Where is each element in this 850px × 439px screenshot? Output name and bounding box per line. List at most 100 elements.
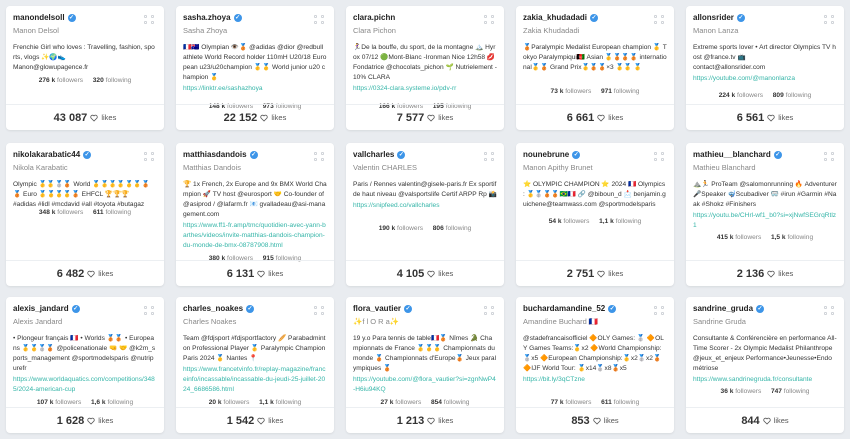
username[interactable]: matthiasdandois ✓: [183, 150, 327, 159]
username-text[interactable]: mathieu__blanchard: [693, 150, 771, 159]
bio-link[interactable]: https://www.sandrinegruda.fr/consultante: [693, 375, 837, 385]
username[interactable]: alexis_jandard ✓: [13, 304, 157, 313]
bio-link[interactable]: https://youtube.com/@flora_vautier?si=zg…: [353, 375, 497, 395]
verified-badge-icon: ✓: [608, 304, 617, 313]
following-count: 611: [601, 399, 612, 406]
username-text[interactable]: sasha.zhoya: [183, 13, 231, 22]
influencer-card[interactable]: matthiasdandois ✓ Matthias Dandois 🏆 1x …: [176, 143, 334, 286]
influencer-card[interactable]: sasha.zhoya ✓ Sasha Zhoya 🇫🇷🇦🇺 Olympian …: [176, 6, 334, 130]
likes-label: likes: [98, 416, 114, 425]
followers-label: followers: [57, 77, 84, 84]
influencer-card[interactable]: charles_noakes ✓ Charles Noakes Team @fd…: [176, 297, 334, 433]
verified-badge-icon: ✓: [249, 150, 258, 159]
influencer-card[interactable]: buchardamandine_52 ✓ Amandine Buchard 🇫🇷…: [516, 297, 674, 433]
username-text[interactable]: allonsrider: [693, 13, 734, 22]
likes-label: likes: [773, 416, 789, 425]
likes-count: 2 751: [566, 267, 595, 280]
likes-label: likes: [438, 416, 454, 425]
username-text[interactable]: vallcharles: [353, 150, 394, 159]
card-menu-icon[interactable]: [654, 152, 665, 161]
follow-stats: 77 k followers 611 following: [516, 399, 674, 406]
username-text[interactable]: matthiasdandois: [183, 150, 247, 159]
bio-link[interactable]: https://0324-clara.systeme.io/pdv-rr: [353, 84, 497, 94]
username[interactable]: manondelsoll ✓: [13, 13, 157, 22]
card-menu-icon[interactable]: [314, 15, 325, 24]
followers-count: 20 k: [208, 399, 222, 406]
username[interactable]: nounebrune ✓: [523, 150, 667, 159]
bio-link[interactable]: https://www.worldaquatics.com/competitio…: [13, 375, 157, 395]
influencer-card[interactable]: sandrine_gruda ✓ Sandrine Gruda Consulta…: [686, 297, 844, 433]
bio-link[interactable]: https://www.ff1-fr.amp/tmc/quotidien-ave…: [183, 221, 327, 251]
card-menu-icon[interactable]: [824, 152, 835, 161]
influencer-card[interactable]: nounebrune ✓ Manon Apithy Brunet ⭐ OLYMP…: [516, 143, 674, 286]
username-text[interactable]: clara.pichn: [353, 13, 395, 22]
card-menu-icon[interactable]: [144, 152, 155, 161]
username-text[interactable]: alexis_jandard: [13, 304, 69, 313]
username[interactable]: buchardamandine_52 ✓: [523, 304, 667, 313]
likes-count: 2 136: [736, 267, 765, 280]
card-menu-icon[interactable]: [824, 15, 835, 24]
follow-stats: 27 k followers 854 following: [346, 399, 504, 406]
username-text[interactable]: zakia_khudadadi: [523, 13, 587, 22]
username[interactable]: clara.pichn: [353, 13, 497, 22]
influencer-card[interactable]: flora_vautier ✓ ✨f l O R a✨ 19 y.o Para …: [346, 297, 504, 433]
influencer-card[interactable]: vallcharles ✓ Valentin CHARLES Paris / R…: [346, 143, 504, 286]
likes-count: 43 087: [53, 111, 88, 124]
heart-icon: [257, 265, 265, 283]
username[interactable]: flora_vautier ✓: [353, 304, 497, 313]
card-menu-icon[interactable]: [314, 306, 325, 315]
following-count: 747: [770, 388, 782, 395]
username[interactable]: sandrine_gruda ✓: [693, 304, 837, 313]
card-menu-icon[interactable]: [654, 306, 665, 315]
card-menu-icon[interactable]: [654, 15, 665, 24]
username-text[interactable]: sandrine_gruda: [693, 304, 753, 313]
username-text[interactable]: nounebrune: [523, 150, 569, 159]
card-menu-icon[interactable]: [484, 152, 495, 161]
card-menu-icon[interactable]: [484, 15, 495, 24]
influencer-card[interactable]: nikolakarabatic44 ✓ Nikola Karabatic Oly…: [6, 143, 164, 286]
username[interactable]: sasha.zhoya ✓: [183, 13, 327, 22]
username[interactable]: zakia_khudadadi ✓: [523, 13, 667, 22]
card-menu-icon[interactable]: [824, 306, 835, 315]
username[interactable]: mathieu__blanchard ✓: [693, 150, 837, 159]
bio-link[interactable]: https://youtu.be/CHrl-wf1_b0?si=xjNwfSEG…: [693, 211, 837, 231]
likes-count: 4 105: [396, 267, 425, 280]
username-text[interactable]: nikolakarabatic44: [13, 150, 80, 159]
following-label: following: [275, 399, 302, 406]
bio-link[interactable]: https://bit.ly/3qCTzne: [523, 375, 667, 385]
username[interactable]: allonsrider ✓: [693, 13, 837, 22]
username-text[interactable]: flora_vautier: [353, 304, 401, 313]
influencer-card[interactable]: mathieu__blanchard ✓ Mathieu Blanchard ⛰…: [686, 143, 844, 286]
likes-footer: 6 561 likes: [686, 104, 844, 130]
following-label: following: [105, 209, 132, 216]
card-menu-icon[interactable]: [484, 306, 495, 315]
username-text[interactable]: charles_noakes: [183, 304, 243, 313]
bio-link[interactable]: https://linktr.ee/sashazhoya: [183, 84, 327, 94]
likes-label: likes: [778, 113, 794, 122]
influencer-card[interactable]: allonsrider ✓ Manon Lanza Extreme sports…: [686, 6, 844, 130]
username-text[interactable]: buchardamandine_52: [523, 304, 605, 313]
influencer-card[interactable]: alexis_jandard ✓ Alexis Jandard • Plonge…: [6, 297, 164, 433]
username[interactable]: charles_noakes ✓: [183, 304, 327, 313]
followers-count: 36 k: [720, 388, 734, 395]
influencer-card[interactable]: clara.pichn Clara Pichon 🏃‍♀️De la bouff…: [346, 6, 504, 130]
username[interactable]: vallcharles ✓: [353, 150, 497, 159]
verified-badge-icon: ✓: [756, 304, 765, 313]
likes-footer: 1 542 likes: [176, 407, 334, 433]
following-label: following: [443, 399, 470, 406]
bio-link[interactable]: https://snipfeed.co/vallcharles: [353, 201, 497, 211]
bio-text: Team @fdjsport #fdjsportfactory 🥖 Paraba…: [183, 335, 326, 362]
followers-count: 415 k: [716, 234, 734, 241]
username-text[interactable]: manondelsoll: [13, 13, 65, 22]
username[interactable]: nikolakarabatic44 ✓: [13, 150, 157, 159]
followers-label: followers: [735, 388, 762, 395]
bio-link[interactable]: https://www.francetvinfo.fr/replay-magaz…: [183, 365, 327, 395]
bio-link[interactable]: https://youtube.com/@manonlanza: [693, 74, 837, 84]
likes-count: 1 628: [56, 414, 85, 427]
card-menu-icon[interactable]: [314, 152, 325, 161]
card-menu-icon[interactable]: [144, 306, 155, 315]
influencer-card[interactable]: zakia_khudadadi ✓ Zakia Khudadadi 🥉Paral…: [516, 6, 674, 130]
heart-icon: [767, 265, 775, 283]
card-menu-icon[interactable]: [144, 15, 155, 24]
influencer-card[interactable]: manondelsoll ✓ Manon Delsol Frenchie Gir…: [6, 6, 164, 130]
